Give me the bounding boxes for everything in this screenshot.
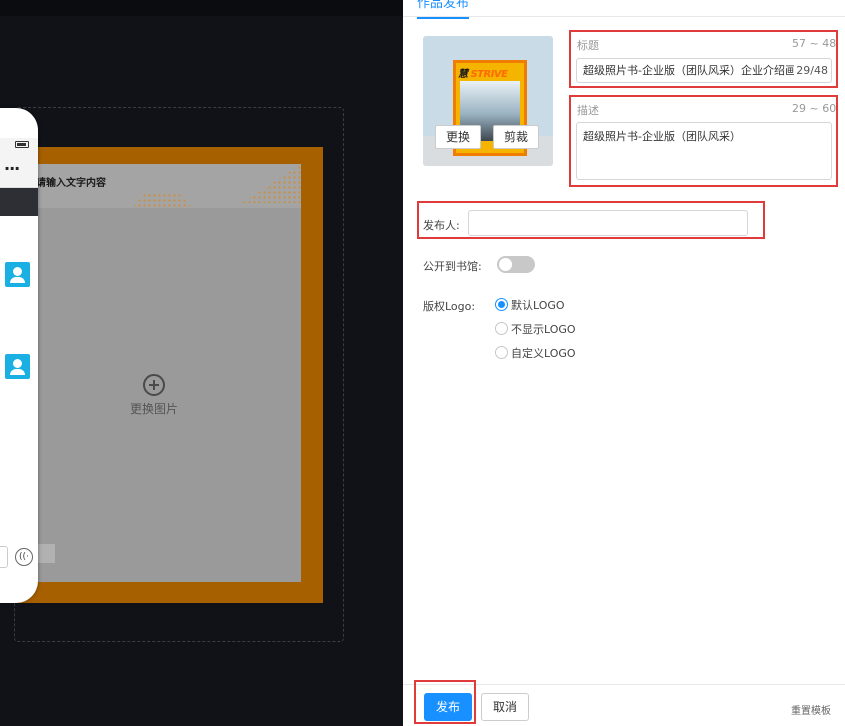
desc-limit: 29 ~ 60 [792,102,837,115]
library-label: 公开到书馆: [423,260,482,273]
canvas-top-bar [0,0,403,16]
plus-circle-icon [143,374,165,396]
radio-custom-logo[interactable]: 自定义LOGO [495,346,576,362]
phone-nav-bar [0,188,38,216]
title-input-value: 超级照片书-企业版（团队风采）企业介绍画册 [583,64,807,77]
image-placeholder[interactable] [0,164,301,582]
phone-chat-input[interactable] [0,546,8,568]
more-icon[interactable]: ··· [4,159,20,178]
small-placeholder [36,544,55,563]
cover-replace-button[interactable]: 更换 [435,125,482,149]
desc-label: 描述 [577,104,599,117]
title-char-count: 29/48 [794,59,828,82]
text-placeholder[interactable]: 请输入文字内容 [36,174,106,189]
voice-icon[interactable]: ((· [15,548,33,566]
replace-image-label: 更换图片 [129,402,178,416]
reset-template-link[interactable]: 重置模板 [791,702,831,717]
radio-icon [495,346,508,359]
radio-label: 默认LOGO [511,299,565,312]
user-avatar-icon [5,354,30,379]
desc-textarea[interactable]: 超级照片书-企业版（团队风采） [576,122,832,180]
cover-thumbnail: 慧 STRIVE 更换 剪裁 [423,36,553,166]
user-avatar-icon [5,262,30,287]
library-toggle[interactable] [497,256,535,273]
publisher-label: 发布人: [423,219,460,232]
cover-title-strive: STRIVE [470,69,508,80]
radio-label: 自定义LOGO [511,347,576,360]
publish-panel: 作品发布 慧 STRIVE 更换 剪裁 标题 57 ~ 48 超级照片书-企业版… [403,0,845,726]
phone-preview: ··· ((· [0,108,38,603]
publisher-input[interactable] [468,210,748,236]
title-limit: 57 ~ 48 [792,37,837,50]
cover-book-title: 慧 STRIVE [458,65,508,80]
cancel-button[interactable]: 取消 [481,693,529,721]
cover-title-part: 慧 [458,69,468,80]
title-label: 标题 [577,39,599,52]
cover-crop-button[interactable]: 剪裁 [493,125,540,149]
toggle-knob [499,258,512,271]
battery-icon [15,141,29,148]
radio-label: 不显示LOGO [511,323,576,336]
radio-no-logo[interactable]: 不显示LOGO [495,322,576,338]
tab-divider [403,16,845,17]
copyright-label: 版权Logo: [423,300,476,313]
publish-button[interactable]: 发布 [424,693,472,721]
replace-image-button[interactable]: 更换图片 [118,374,190,417]
title-input[interactable]: 超级照片书-企业版（团队风采）企业介绍画册 29/48 [576,58,832,83]
editor-canvas: 请输入文字内容 更换图片 ··· ((· [0,0,403,726]
radio-checked-icon [495,298,508,311]
radio-icon [495,322,508,335]
radio-default-logo[interactable]: 默认LOGO [495,298,565,314]
